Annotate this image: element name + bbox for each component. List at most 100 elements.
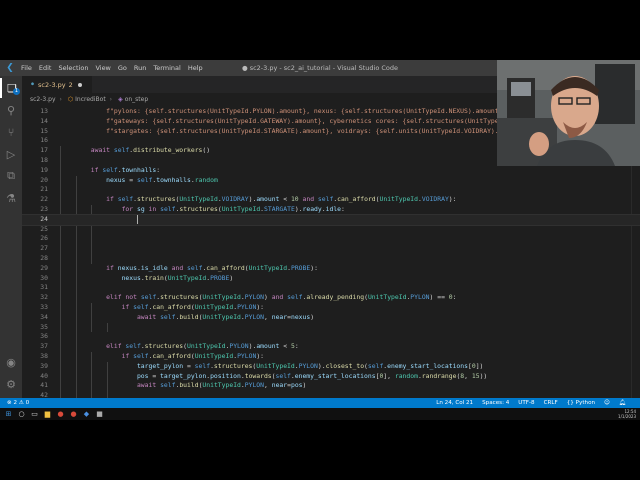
line-number: 42 (40, 391, 48, 398)
file-explorer-icon[interactable]: ▆ (43, 410, 52, 419)
problems-indicator[interactable]: ⊗ 2 ⚠ 0 (7, 400, 29, 406)
code-line[interactable]: 23 for sg in self.structures(UnitTypeId.… (22, 205, 640, 215)
vscode-taskbar-icon[interactable]: ◆ (82, 410, 91, 419)
eol-setting[interactable]: CRLF (544, 400, 558, 406)
chevron-right-icon: › (59, 95, 62, 103)
notifications-bell-icon[interactable]: 🔔︎ (619, 400, 626, 406)
code-line[interactable]: 19 if self.townhalls: (22, 166, 640, 176)
menu-run[interactable]: Run (134, 64, 146, 72)
app-icon-red[interactable]: ● (56, 410, 65, 419)
status-bar: ⊗ 2 ⚠ 0 Ln 24, Col 21 Spaces: 4 UTF-8 CR… (0, 398, 640, 408)
menu-edit[interactable]: Edit (39, 64, 52, 72)
method-symbol-icon: ◈ (118, 95, 123, 103)
code-line[interactable]: 36 (22, 332, 640, 342)
source-control-icon[interactable]: ⑂ (0, 122, 22, 142)
line-number: 34 (40, 312, 48, 321)
code-line[interactable]: 20 nexus = self.townhalls.random (22, 176, 640, 186)
line-number: 19 (40, 165, 48, 174)
code-line[interactable]: 39 target_pylon = self.structures(UnitTy… (22, 362, 640, 372)
line-code: elif not self.structures(UnitTypeId.PYLO… (106, 293, 457, 302)
code-line[interactable]: 32 elif not self.structures(UnitTypeId.P… (22, 293, 640, 303)
system-clock[interactable]: 12:54 1/1/2023 (618, 409, 636, 419)
chevron-right-icon: › (109, 95, 113, 103)
code-line[interactable]: 31 (22, 283, 640, 293)
line-code: target_pylon = self.structures(UnitTypeI… (136, 361, 484, 370)
line-number: 31 (40, 283, 48, 292)
code-line[interactable]: 30 nexus.train(UnitTypeId.PROBE) (22, 274, 640, 284)
windows-start-icon[interactable]: ⊞ (4, 410, 13, 419)
python-file-icon: ⚫ (30, 81, 36, 88)
code-line[interactable]: 28 (22, 254, 640, 264)
line-number: 33 (40, 303, 48, 311)
line-number: 32 (40, 293, 48, 302)
code-line[interactable]: 24 (22, 213, 640, 226)
code-line[interactable]: 33 if self.can_afford(UnitTypeId.PYLON): (22, 303, 640, 313)
menu-terminal[interactable]: Terminal (153, 64, 180, 72)
line-number: 17 (40, 146, 48, 155)
code-line[interactable]: 21 (22, 185, 640, 195)
code-line[interactable]: 25 (22, 225, 640, 235)
line-number: 16 (40, 136, 48, 145)
line-number: 26 (40, 234, 48, 243)
extensions-icon[interactable]: ⧉ (0, 166, 22, 186)
code-line[interactable]: 41 await self.build(UnitTypeId.PYLON, ne… (22, 381, 640, 391)
tab-sc2-3-py[interactable]: ⚫ sc2-3.py 2 (22, 76, 92, 93)
breadcrumb-method[interactable]: on_step (125, 96, 148, 103)
language-mode[interactable]: {} Python (567, 400, 595, 406)
line-number: 30 (40, 273, 48, 282)
code-line[interactable]: 35 (22, 323, 640, 333)
code-line[interactable]: 22 if self.structures(UnitTypeId.VOIDRAY… (22, 195, 640, 205)
feedback-icon[interactable]: ☺ (604, 400, 610, 406)
line-code: if self.townhalls: (90, 165, 161, 174)
line-number: 37 (40, 342, 48, 351)
line-code: if self.structures(UnitTypeId.VOIDRAY).a… (106, 195, 457, 204)
menu-view[interactable]: View (95, 64, 110, 72)
menu-help[interactable]: Help (188, 64, 203, 72)
test-icon[interactable]: ⚗ (0, 188, 22, 208)
code-line[interactable]: 40 pos = target_pylon.position.towards(s… (22, 372, 640, 382)
code-line[interactable]: 37 elif self.structures(UnitTypeId.PYLON… (22, 342, 640, 352)
webcam-overlay (497, 60, 640, 166)
line-number: 29 (40, 263, 48, 272)
screen-frame: ❮ File Edit Selection View Go Run Terminal Help… (0, 60, 640, 420)
menu-selection[interactable]: Selection (58, 64, 88, 72)
line-number: 36 (40, 332, 48, 341)
task-view-icon[interactable]: ▭ (30, 410, 39, 419)
code-line[interactable]: 29 if nexus.is_idle and self.can_afford(… (22, 264, 640, 274)
settings-gear-icon[interactable]: ⚙ (0, 374, 22, 394)
breadcrumb-class[interactable]: IncrediBot (75, 96, 106, 103)
unsaved-dot-icon[interactable] (77, 82, 82, 87)
line-number: 39 (40, 361, 48, 370)
files-icon[interactable]: ❏ 1 (0, 78, 22, 98)
line-code: pos = target_pylon.position.towards(self… (136, 371, 488, 380)
windows-taskbar: ⊞ ○ ▭ ▆ ● ● ◆ ■ 12:54 1/1/2023 (0, 408, 640, 420)
app-icon-grey[interactable]: ■ (95, 410, 104, 419)
tab-label: sc2-3.py (38, 80, 66, 89)
search-icon[interactable]: ⚲ (0, 100, 22, 120)
line-number: 22 (40, 195, 48, 204)
search-icon[interactable]: ○ (17, 410, 26, 419)
run-debug-icon[interactable]: ▷ (0, 144, 22, 164)
tab-problem-count: 2 (68, 80, 73, 89)
menu-file[interactable]: File (21, 64, 32, 72)
menu-go[interactable]: Go (118, 64, 127, 72)
code-line[interactable]: 26 (22, 234, 640, 244)
activity-bar: ❏ 1 ⚲ ⑂ ▷ ⧉ ⚗ ◉ ⚙ (0, 76, 22, 398)
indentation-setting[interactable]: Spaces: 4 (482, 400, 509, 406)
line-code: elif self.structures(UnitTypeId.PYLON).a… (106, 342, 299, 351)
account-icon[interactable]: ◉ (0, 352, 22, 372)
text-cursor (137, 215, 139, 225)
code-line[interactable]: 38 if self.can_afford(UnitTypeId.PYLON): (22, 352, 640, 362)
code-line[interactable]: 27 (22, 244, 640, 254)
class-symbol-icon: ⬡ (67, 95, 74, 103)
breadcrumb-file[interactable]: sc2-3.py (30, 96, 56, 103)
line-code: if self.can_afford(UnitTypeId.PYLON): (121, 352, 265, 360)
app-icon-red-2[interactable]: ● (69, 410, 78, 419)
code-line[interactable]: 42 (22, 391, 640, 398)
line-number: 13 (40, 107, 48, 115)
line-number: 41 (40, 381, 48, 390)
line-number: 18 (40, 156, 48, 164)
encoding-setting[interactable]: UTF-8 (518, 400, 534, 406)
cursor-position[interactable]: Ln 24, Col 21 (436, 400, 473, 406)
code-line[interactable]: 34 await self.build(UnitTypeId.PYLON, ne… (22, 313, 640, 323)
